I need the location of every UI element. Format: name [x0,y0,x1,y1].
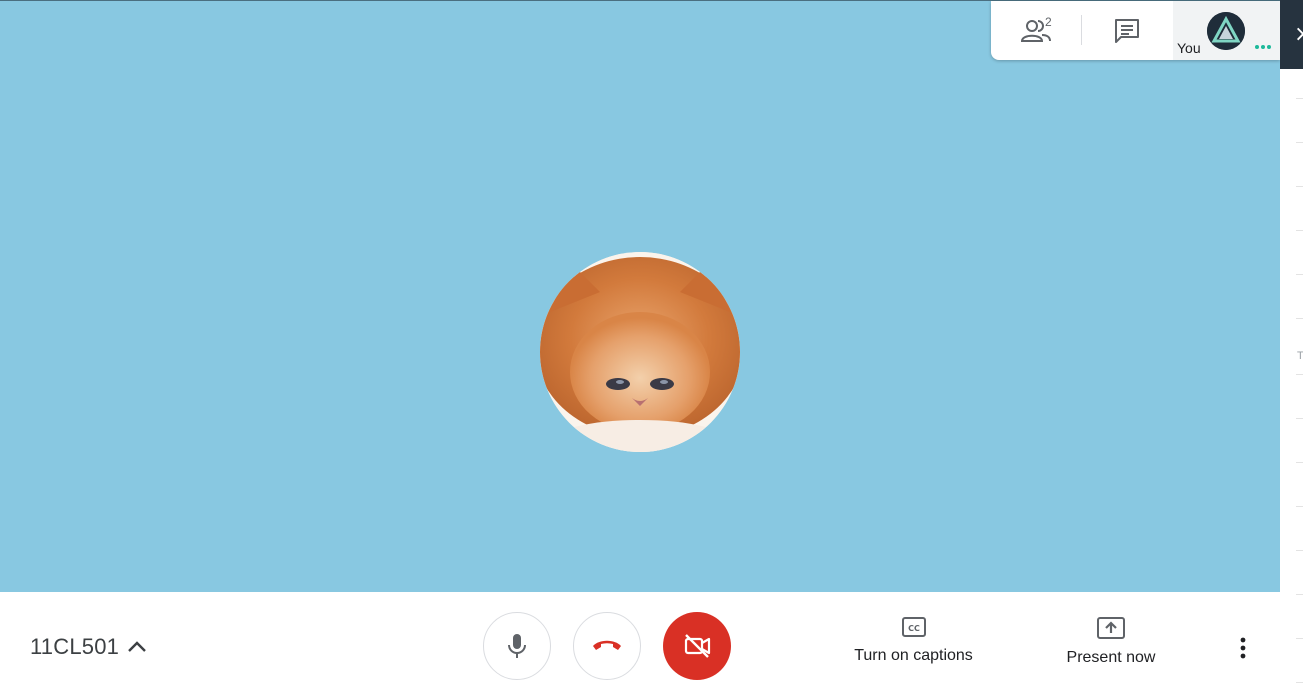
leave-call-button[interactable] [573,612,641,680]
captions-icon: CC [901,617,926,637]
chat-icon [1115,18,1139,43]
cat-photo-avatar [540,252,740,452]
meeting-code: 11CL501 [30,634,120,659]
call-info-bar: 2 You [991,1,1280,60]
svg-text:CC: CC [908,624,920,633]
mic-button[interactable] [483,612,551,680]
divider [1296,142,1303,143]
topbar-divider [1081,15,1082,45]
divider [1296,594,1303,595]
more-vertical-icon [1240,637,1246,659]
divider [1296,682,1303,683]
divider [1296,374,1303,375]
present-label: Present now [1066,649,1156,666]
self-avatar-image [1207,12,1245,50]
divider [1296,186,1303,187]
participants-button[interactable]: 2 [1009,1,1067,60]
camera-toggle-button[interactable] [663,612,731,680]
call-controls-bar: 11CL501 CC Turn on captions Present now [0,592,1280,695]
participant-avatar [540,252,740,452]
divider [1296,418,1303,419]
divider [1296,318,1303,319]
meeting-details-button[interactable] [126,636,148,658]
captions-label: Turn on captions [854,647,973,664]
more-options-button[interactable] [1229,634,1257,662]
self-avatar [1207,12,1245,50]
divider [1296,506,1303,507]
side-panel-edge: × T [1280,0,1303,695]
divider [1296,462,1303,463]
captions-button[interactable]: CC Turn on captions [846,616,981,665]
self-label: You [1177,40,1201,56]
chat-button[interactable] [1099,1,1155,60]
divider [1296,230,1303,231]
hangup-icon [593,640,621,650]
divider [1296,98,1303,99]
present-icon [1097,617,1125,639]
close-icon[interactable]: × [1294,22,1303,47]
chevron-up-icon [128,641,146,652]
mic-icon [508,634,526,658]
divider [1296,638,1303,639]
truncated-text: T [1297,350,1303,362]
divider [1296,274,1303,275]
more-dots-icon[interactable] [1255,45,1273,49]
participant-count: 2 [1045,15,1052,29]
camera-off-icon [684,634,711,658]
divider [1296,550,1303,551]
video-stage [0,0,1280,592]
present-now-button[interactable]: Present now [1058,616,1164,667]
self-tile[interactable]: You [1173,1,1280,60]
